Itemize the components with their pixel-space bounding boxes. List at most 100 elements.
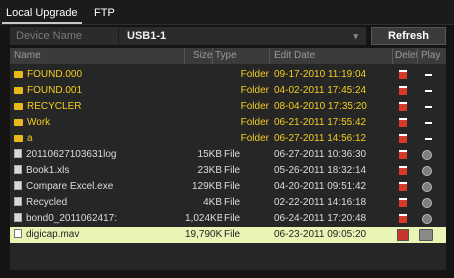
play-icon[interactable]	[422, 214, 432, 224]
tab-bar: Local Upgrade FTP	[0, 0, 454, 25]
folder-icon	[14, 103, 23, 110]
device-row: Device Name USB1-1 ▾ Refresh	[10, 27, 446, 45]
play-icon[interactable]	[419, 229, 433, 241]
play-icon[interactable]	[422, 150, 432, 160]
table-row[interactable]: bond0_2011062417: 1,024KB File 06-24-2011 1…	[10, 211, 446, 227]
file-icon	[14, 213, 22, 222]
file-icon	[14, 149, 22, 158]
file-edit-date: 04-20-2011 09:51:42	[274, 181, 367, 192]
device-name-label: Device Name	[10, 27, 118, 45]
folder-icon	[14, 71, 23, 78]
table-row[interactable]: 20110627103631log 15KB File 06-27-2011 10:3…	[10, 147, 446, 163]
file-type: Folder	[240, 101, 269, 112]
refresh-button[interactable]: Refresh	[371, 27, 446, 45]
trash-icon[interactable]	[399, 86, 407, 95]
device-select-value: USB1-1	[127, 30, 167, 42]
trash-icon[interactable]	[399, 150, 407, 159]
column-header-name[interactable]: Name	[14, 48, 41, 64]
table-row[interactable]: Work Folder 06-21-2011 17:55:42	[10, 115, 446, 131]
device-select[interactable]: USB1-1 ▾	[118, 27, 366, 45]
file-name: a	[14, 131, 184, 147]
file-name: bond0_2011062417:	[14, 211, 184, 227]
file-name: Work	[14, 115, 184, 131]
minus-icon	[425, 138, 432, 140]
play-icon[interactable]	[422, 182, 432, 192]
trash-icon[interactable]	[399, 134, 407, 143]
file-name: Book1.xls	[14, 163, 184, 179]
file-edit-date: 06-23-2011 09:05:20	[274, 229, 367, 240]
table-header: Name Size Type Edit Date Delet Play	[10, 48, 446, 64]
file-icon	[14, 197, 22, 206]
file-edit-date: 09-17-2010 11:19:04	[274, 69, 367, 80]
file-size: 19,790KB	[185, 229, 222, 240]
minus-icon	[425, 74, 432, 76]
file-edit-date: 06-27-2011 10:36:30	[274, 149, 367, 160]
file-size: 15KB	[197, 149, 222, 160]
table-row[interactable]: FOUND.001 Folder 04-02-2011 17:45:24	[10, 83, 446, 99]
file-type: Folder	[240, 69, 269, 80]
trash-icon[interactable]	[399, 182, 407, 191]
file-name: RECYCLER	[14, 99, 184, 115]
file-edit-date: 06-24-2011 17:20:48	[274, 213, 367, 224]
play-icon[interactable]	[422, 198, 432, 208]
trash-icon[interactable]	[399, 70, 407, 79]
file-edit-date: 05-26-2011 18:32:14	[274, 165, 367, 176]
trash-icon[interactable]	[399, 102, 407, 111]
file-type: Folder	[240, 117, 269, 128]
file-size: 129KB	[191, 181, 222, 192]
file-icon	[14, 229, 22, 238]
table-row[interactable]: FOUND.000 Folder 09-17-2010 11:19:04	[10, 67, 446, 83]
tab-ftp[interactable]: FTP	[90, 0, 119, 22]
trash-icon[interactable]	[399, 118, 407, 127]
folder-icon	[14, 135, 23, 142]
file-name: digicap.mav	[14, 227, 184, 243]
table-row[interactable]: Recycled 4KB File 02-22-2011 14:16:18	[10, 195, 446, 211]
file-edit-date: 02-22-2011 14:16:18	[274, 197, 367, 208]
table-row[interactable]: RECYCLER Folder 08-04-2010 17:35:20	[10, 99, 446, 115]
trash-icon[interactable]	[397, 229, 409, 241]
file-type: File	[224, 197, 241, 208]
tab-local-upgrade[interactable]: Local Upgrade	[2, 0, 82, 24]
file-type: File	[224, 149, 241, 160]
file-edit-date: 04-02-2011 17:45:24	[274, 85, 367, 96]
play-icon[interactable]	[422, 166, 432, 176]
file-edit-date: 06-27-2011 14:56:12	[274, 133, 367, 144]
minus-icon	[425, 90, 432, 92]
file-name: 20110627103631log	[14, 147, 184, 163]
file-name: Recycled	[14, 195, 184, 211]
table-row[interactable]: Book1.xls 23KB File 05-26-2011 18:32:14	[10, 163, 446, 179]
file-type: Folder	[240, 133, 269, 144]
file-type: File	[224, 181, 241, 192]
column-header-play[interactable]: Play	[421, 48, 440, 64]
folder-icon	[14, 119, 23, 126]
trash-icon[interactable]	[399, 166, 407, 175]
file-size: 1,024KB	[185, 213, 222, 224]
column-header-type[interactable]: Type	[215, 48, 237, 64]
column-header-delete[interactable]: Delet	[395, 48, 418, 64]
file-type: File	[224, 165, 241, 176]
minus-icon	[425, 106, 432, 108]
file-size: 4KB	[203, 197, 222, 208]
trash-icon[interactable]	[399, 214, 407, 223]
table-row[interactable]: a Folder 06-27-2011 14:56:12	[10, 131, 446, 147]
file-name: FOUND.000	[14, 67, 184, 83]
trash-icon[interactable]	[399, 198, 407, 207]
table-row[interactable]: Compare Excel.exe 129KB File 04-20-2011 09:…	[10, 179, 446, 195]
minus-icon	[425, 122, 432, 124]
file-name: FOUND.001	[14, 83, 184, 99]
folder-icon	[14, 87, 23, 94]
column-header-size[interactable]: Size	[193, 48, 212, 64]
file-type: File	[224, 213, 241, 224]
column-header-edit-date[interactable]: Edit Date	[274, 48, 315, 64]
file-icon	[14, 181, 22, 190]
file-icon	[14, 165, 22, 174]
file-edit-date: 06-21-2011 17:55:42	[274, 117, 367, 128]
file-table: Name Size Type Edit Date Delet Play FOUN…	[10, 48, 446, 270]
table-row[interactable]: digicap.mav19,790KBFile 06-23-2011 09:05:…	[10, 227, 446, 243]
file-size: 23KB	[197, 165, 222, 176]
file-type: Folder	[240, 85, 269, 96]
file-edit-date: 08-04-2010 17:35:20	[274, 101, 367, 112]
file-type: File	[224, 229, 241, 240]
file-name: Compare Excel.exe	[14, 179, 184, 195]
chevron-down-icon: ▾	[353, 31, 358, 41]
